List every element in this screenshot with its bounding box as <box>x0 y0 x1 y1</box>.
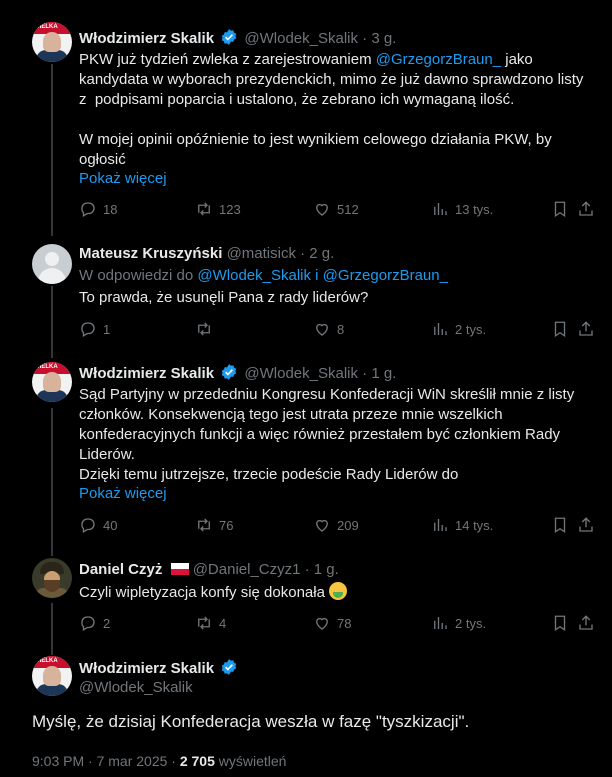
avatar[interactable]: WIELKA <box>32 22 72 62</box>
bookmark-icon <box>554 517 566 534</box>
repost-button[interactable]: 4 <box>195 614 226 632</box>
analytics-icon <box>434 203 447 215</box>
views-button[interactable]: 13 tys. <box>431 200 493 218</box>
handle-time[interactable]: @Daniel_Czyz1 · 1 g. <box>193 561 339 578</box>
bookmark-button[interactable] <box>551 320 569 338</box>
avatar[interactable] <box>32 244 72 284</box>
heart-icon <box>316 519 328 532</box>
tweet[interactable]: WIELKA Włodzimierz Skalik @Wlodek_Skalik… <box>0 0 612 236</box>
author-name[interactable]: Daniel Czyż <box>79 561 162 578</box>
like-button[interactable]: 8 <box>313 320 344 338</box>
heart-icon <box>316 203 328 216</box>
reply-button[interactable]: 18 <box>79 200 117 218</box>
main-tweet-text: Myślę, że dzisiaj Konfederacja weszła w … <box>32 712 470 731</box>
reply-button[interactable]: 2 <box>79 614 110 632</box>
views-button[interactable]: 2 tys. <box>431 320 486 338</box>
verified-badge-icon <box>222 364 237 380</box>
author-name[interactable]: Włodzimierz Skalik <box>79 30 214 47</box>
repost-icon <box>198 518 210 532</box>
author-name[interactable]: Mateusz Kruszyński <box>79 245 222 262</box>
views-button[interactable]: 14 tys. <box>431 516 493 534</box>
share-button[interactable] <box>577 200 595 218</box>
show-more-link[interactable]: Pokaż więcej <box>79 170 167 187</box>
tweet-header: Włodzimierz Skalik @Wlodek_Skalik · 3 g. <box>79 28 396 47</box>
nauseated-face-icon <box>329 582 348 600</box>
share-icon <box>579 321 593 336</box>
avatar[interactable]: WIELKA <box>32 362 72 402</box>
bookmark-icon <box>554 201 566 218</box>
views-count: 2 705 <box>179 753 215 769</box>
heart-icon <box>316 617 328 630</box>
like-button[interactable]: 512 <box>313 200 359 218</box>
tweet-actions: 2 4 78 2 tys. <box>79 614 593 634</box>
avatar[interactable] <box>32 558 72 598</box>
handle-time[interactable]: @matisick · 2 g. <box>227 245 335 262</box>
share-button[interactable] <box>577 516 595 534</box>
author-handle[interactable]: @Wlodek_Skalik <box>79 679 193 696</box>
tweet-text: PKW już tydzień zwleka z zarejestrowanie… <box>79 51 584 168</box>
mention-link[interactable]: @GrzegorzBraun_ <box>376 51 501 68</box>
repost-icon <box>198 616 210 630</box>
analytics-icon <box>434 519 447 531</box>
reply-context: W odpowiedzi do @Wlodek_Skalik i @Grzego… <box>79 267 448 284</box>
reply-icon <box>81 616 95 631</box>
tweet-header: Daniel Czyż @Daniel_Czyz1 · 1 g. <box>79 561 339 578</box>
poland-flag-icon <box>170 563 189 575</box>
reply-icon <box>81 202 95 217</box>
reply-icon <box>81 518 95 533</box>
reply-icon <box>81 322 95 337</box>
author-name[interactable]: Włodzimierz Skalik <box>79 660 214 677</box>
tweet-actions: 18 123 512 13 tys. <box>79 200 593 220</box>
author-name[interactable]: Włodzimierz Skalik <box>79 365 214 382</box>
tweet[interactable]: WIELKA Włodzimierz Skalik @Wlodek_Skalik… <box>0 358 612 556</box>
verified-badge-icon <box>222 29 237 45</box>
tweet-text: Czyli wipletyzacja konfy się dokonała <box>79 582 589 603</box>
bookmark-icon <box>554 615 566 632</box>
like-button[interactable]: 209 <box>313 516 359 534</box>
tweet-actions: 40 76 209 14 tys. <box>79 516 593 536</box>
analytics-icon <box>434 617 447 629</box>
bookmark-button[interactable] <box>551 200 569 218</box>
analytics-icon <box>434 323 447 335</box>
verified-badge-icon <box>222 659 237 675</box>
heart-icon <box>316 323 328 336</box>
bookmark-button[interactable] <box>551 614 569 632</box>
views-button[interactable]: 2 tys. <box>431 614 486 632</box>
share-icon <box>579 517 593 532</box>
bookmark-icon <box>554 321 566 338</box>
repost-icon <box>198 202 210 216</box>
reply-to-link[interactable]: @Wlodek_Skalik i @GrzegorzBraun_ <box>197 267 448 284</box>
repost-button[interactable]: 76 <box>195 516 233 534</box>
avatar[interactable]: WIELKA <box>32 656 72 696</box>
reply-button[interactable]: 40 <box>79 516 117 534</box>
tweet[interactable]: Mateusz Kruszyński @matisick · 2 g. W od… <box>0 236 612 358</box>
repost-button[interactable] <box>195 320 219 338</box>
tweet-header: Włodzimierz Skalik <box>79 658 240 677</box>
like-button[interactable]: 78 <box>313 614 351 632</box>
handle-time[interactable]: @Wlodek_Skalik · 1 g. <box>244 365 396 382</box>
share-button[interactable] <box>577 320 595 338</box>
repost-icon <box>198 322 210 336</box>
handle-time[interactable]: @Wlodek_Skalik · 3 g. <box>244 30 396 47</box>
tweet-header: Włodzimierz Skalik @Wlodek_Skalik · 1 g. <box>79 363 396 382</box>
tweet[interactable]: Daniel Czyż @Daniel_Czyz1 · 1 g. Czyli w… <box>0 556 612 646</box>
show-more-link[interactable]: Pokaż więcej <box>79 485 167 502</box>
tweet-timestamp[interactable]: 9:03 PM · 7 mar 2025 · 2 705 wyświetleń <box>32 753 286 769</box>
tweet-text: To prawda, że usunęli Pana z rady lideró… <box>79 289 369 306</box>
tweet-actions: 1 8 2 tys. <box>79 320 593 340</box>
share-icon <box>579 201 593 216</box>
tweet-header: Mateusz Kruszyński @matisick · 2 g. <box>79 245 334 262</box>
bookmark-button[interactable] <box>551 516 569 534</box>
repost-button[interactable]: 123 <box>195 200 241 218</box>
share-icon <box>579 615 593 630</box>
tweet-text: Sąd Partyjny w przededniu Kongresu Konfe… <box>79 386 575 483</box>
share-button[interactable] <box>577 614 595 632</box>
reply-button[interactable]: 1 <box>79 320 110 338</box>
